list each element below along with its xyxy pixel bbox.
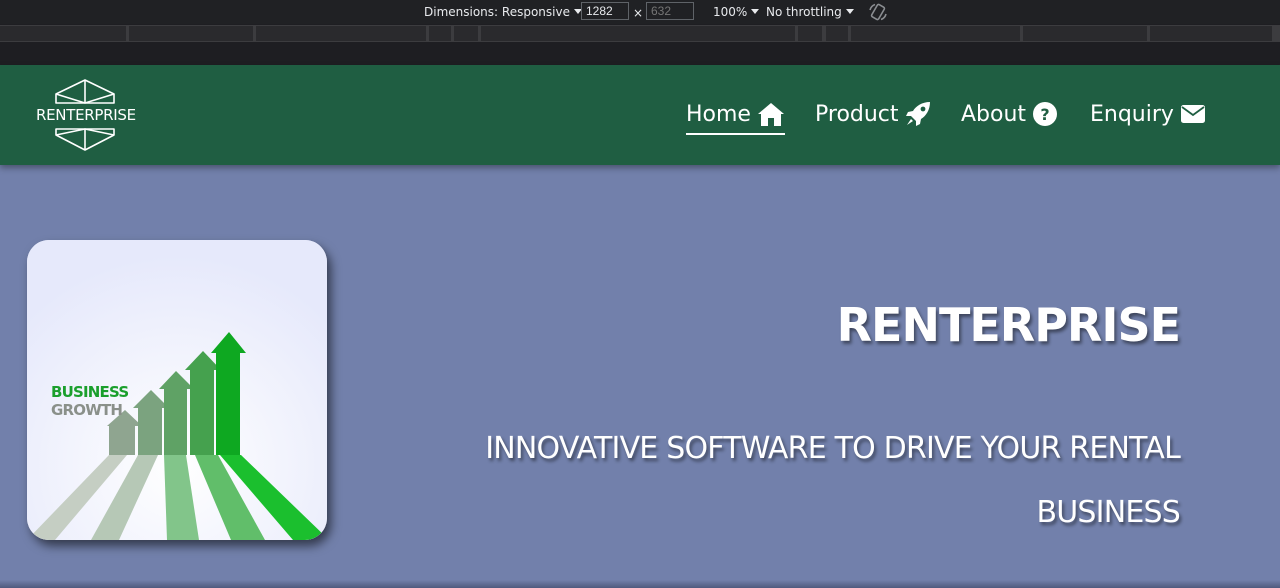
ruler-segment[interactable]: [0, 26, 126, 41]
nav-link-product[interactable]: Product: [815, 99, 931, 129]
nav-link-enquiry[interactable]: Enquiry: [1090, 99, 1206, 129]
ruler-segment[interactable]: [129, 26, 253, 41]
ruler-segment[interactable]: [454, 26, 478, 41]
page-bottom-shade: [0, 580, 1280, 588]
height-input[interactable]: [646, 2, 694, 20]
zoom-label: 100%: [713, 5, 748, 19]
logo-text: RENTERPRISE: [36, 106, 136, 124]
image-text-growth: GROWTH: [51, 401, 122, 419]
envelope-icon: [1180, 105, 1205, 123]
navbar: RENTERPRISE Home Product About ? Enquiry: [0, 65, 1280, 165]
ruler-segment[interactable]: [429, 26, 451, 41]
nav-link-label: Product: [815, 101, 899, 127]
ruler-segment[interactable]: [851, 26, 1020, 41]
throttling-dropdown[interactable]: No throttling: [766, 5, 854, 19]
media-query-ruler: [0, 25, 1280, 42]
rotate-icon[interactable]: [868, 2, 888, 25]
devtools-gap: [0, 42, 1280, 65]
question-circle-icon: ?: [1033, 102, 1058, 126]
throttling-label: No throttling: [766, 5, 842, 19]
ruler-segment[interactable]: [798, 26, 822, 41]
image-text-business: BUSINESS: [51, 383, 128, 401]
times-separator: ×: [633, 6, 644, 20]
hero-subtitle: INNOVATIVE SOFTWARE TO DRIVE YOUR RENTAL…: [485, 431, 1181, 530]
chevron-down-icon: [845, 9, 854, 14]
dimensions-label: Dimensions: Responsive: [424, 5, 570, 19]
ruler-segment[interactable]: [1023, 26, 1147, 41]
width-input[interactable]: [581, 2, 629, 20]
hero-title: RENTERPRISE: [836, 298, 1181, 352]
home-icon: [757, 103, 784, 126]
zoom-dropdown[interactable]: 100%: [713, 5, 760, 19]
svg-text:?: ?: [1040, 105, 1049, 124]
nav-link-about[interactable]: About ?: [961, 99, 1058, 129]
ruler-segment[interactable]: [1150, 26, 1272, 41]
nav-link-label: Enquiry: [1090, 101, 1174, 127]
ruler-segment[interactable]: [256, 26, 426, 41]
growth-arrows-illustration: BUSINESS GROWTH: [27, 240, 327, 540]
business-growth-image: BUSINESS GROWTH: [27, 240, 327, 540]
website-page: RENTERPRISE Home Product About ? Enquiry: [0, 65, 1280, 588]
nav-link-home[interactable]: Home: [686, 99, 785, 135]
devtools-device-toolbar: Dimensions: Responsive × 100% No throttl…: [0, 0, 1280, 24]
dimensions-dropdown[interactable]: Dimensions: Responsive: [424, 5, 582, 19]
logo[interactable]: RENTERPRISE: [36, 79, 136, 151]
chevron-down-icon: [751, 9, 760, 14]
nav-link-label: About: [961, 101, 1027, 127]
rocket-icon: [905, 102, 930, 126]
ruler-segment[interactable]: [826, 26, 848, 41]
ruler-segment[interactable]: [481, 26, 795, 41]
nav-link-label: Home: [686, 101, 751, 127]
